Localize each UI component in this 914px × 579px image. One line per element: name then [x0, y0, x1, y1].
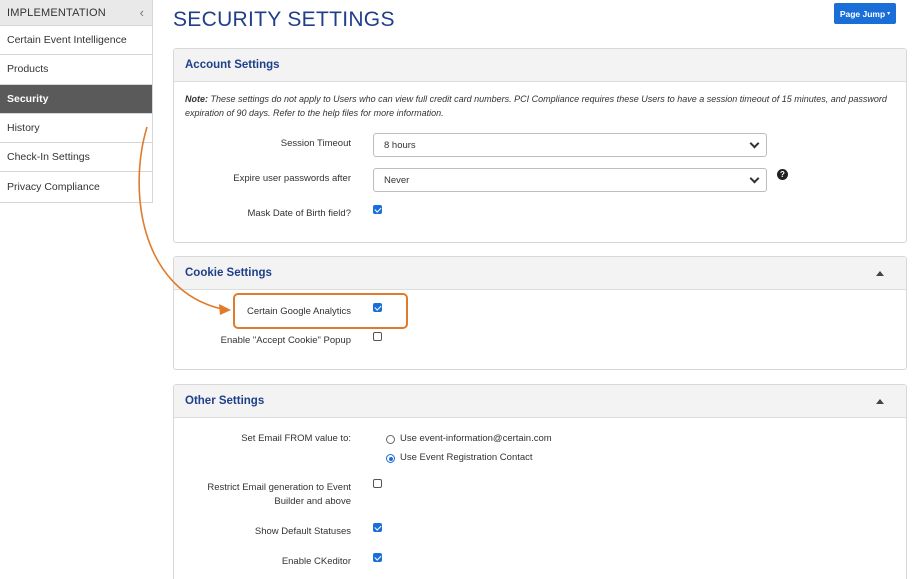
- note-text: These settings do not apply to Users who…: [185, 94, 887, 118]
- sidebar: IMPLEMENTATION ‹ Certain Event Intellige…: [0, 0, 153, 203]
- sidebar-item-label: History: [7, 122, 40, 135]
- session-timeout-value: 8 hours: [384, 139, 416, 151]
- account-settings-panel: Account Settings Note: These settings do…: [173, 48, 907, 243]
- caret-down-icon: ▾: [887, 11, 891, 17]
- account-settings-header: Account Settings: [174, 49, 906, 82]
- restrict-email-label-line2: Builder and above: [274, 496, 351, 507]
- expire-passwords-label: Expire user passwords after: [233, 173, 351, 184]
- help-icon[interactable]: ?: [777, 169, 788, 180]
- email-option-registration-contact-label[interactable]: Use Event Registration Contact: [400, 452, 533, 463]
- sidebar-header-title: IMPLEMENTATION: [7, 6, 106, 19]
- restrict-email-label-line1: Restrict Email generation to Event: [207, 482, 351, 493]
- other-settings-panel: Other Settings Set Email FROM value to: …: [173, 384, 907, 579]
- collapse-caret-icon[interactable]: [876, 398, 884, 404]
- restrict-email-label: Restrict Email generation to Event Build…: [207, 481, 351, 509]
- mask-dob-checkbox[interactable]: [373, 205, 382, 214]
- email-from-label: Set Email FROM value to:: [241, 433, 351, 444]
- default-statuses-label: Show Default Statuses: [254, 526, 351, 537]
- note-prefix: Note:: [185, 94, 208, 104]
- mask-dob-label: Mask Date of Birth field?: [247, 208, 352, 219]
- sidebar-item-label: Check-In Settings: [7, 151, 90, 164]
- sidebar-item-label: Products: [7, 63, 49, 76]
- sidebar-item-label: Privacy Compliance: [7, 181, 100, 194]
- chevron-down-icon: [749, 138, 760, 148]
- collapse-caret-icon[interactable]: [876, 270, 884, 276]
- page-title: SECURITY SETTINGS: [173, 8, 395, 31]
- email-option-certain-label[interactable]: Use event-information@certain.com: [400, 433, 552, 444]
- session-timeout-select[interactable]: 8 hours: [373, 133, 767, 157]
- cookie-settings-header: Cookie Settings: [174, 257, 906, 290]
- sidebar-item-privacy-compliance[interactable]: Privacy Compliance: [0, 172, 152, 202]
- sidebar-item-history[interactable]: History: [0, 113, 152, 144]
- accept-cookie-label: Enable "Accept Cookie" Popup: [220, 335, 351, 346]
- pci-note: Note: These settings do not apply to Use…: [185, 93, 897, 120]
- panel-title: Other Settings: [185, 395, 265, 407]
- expire-passwords-select[interactable]: Never: [373, 168, 767, 192]
- accept-cookie-checkbox[interactable]: [373, 332, 382, 341]
- email-option-registration-contact-radio[interactable]: [386, 454, 395, 463]
- email-option-certain-radio[interactable]: [386, 435, 395, 444]
- panel-title: Cookie Settings: [185, 267, 272, 279]
- collapse-chevron-icon[interactable]: ‹: [140, 6, 144, 19]
- chevron-down-icon: [749, 173, 760, 183]
- ckeditor-checkbox[interactable]: [373, 553, 382, 562]
- sidebar-item-security[interactable]: Security: [0, 84, 152, 114]
- page-jump-button[interactable]: Page Jump ▾: [834, 3, 896, 24]
- restrict-email-checkbox[interactable]: [373, 479, 382, 488]
- other-settings-header: Other Settings: [174, 385, 906, 418]
- default-statuses-checkbox[interactable]: [373, 523, 382, 532]
- annotation-highlight-box: [233, 293, 408, 329]
- session-timeout-label: Session Timeout: [280, 138, 351, 149]
- ckeditor-label: Enable CKeditor: [281, 556, 351, 567]
- sidebar-item-check-in-settings[interactable]: Check-In Settings: [0, 143, 152, 173]
- sidebar-header: IMPLEMENTATION ‹: [0, 0, 152, 26]
- sidebar-item-label: Certain Event Intelligence: [7, 34, 127, 47]
- page-jump-label: Page Jump: [839, 8, 886, 19]
- sidebar-item-certain-event-intelligence[interactable]: Certain Event Intelligence: [0, 26, 152, 56]
- sidebar-item-products[interactable]: Products: [0, 55, 152, 85]
- sidebar-item-label: Security: [7, 92, 49, 105]
- panel-title: Account Settings: [185, 59, 280, 71]
- expire-passwords-value: Never: [384, 174, 410, 186]
